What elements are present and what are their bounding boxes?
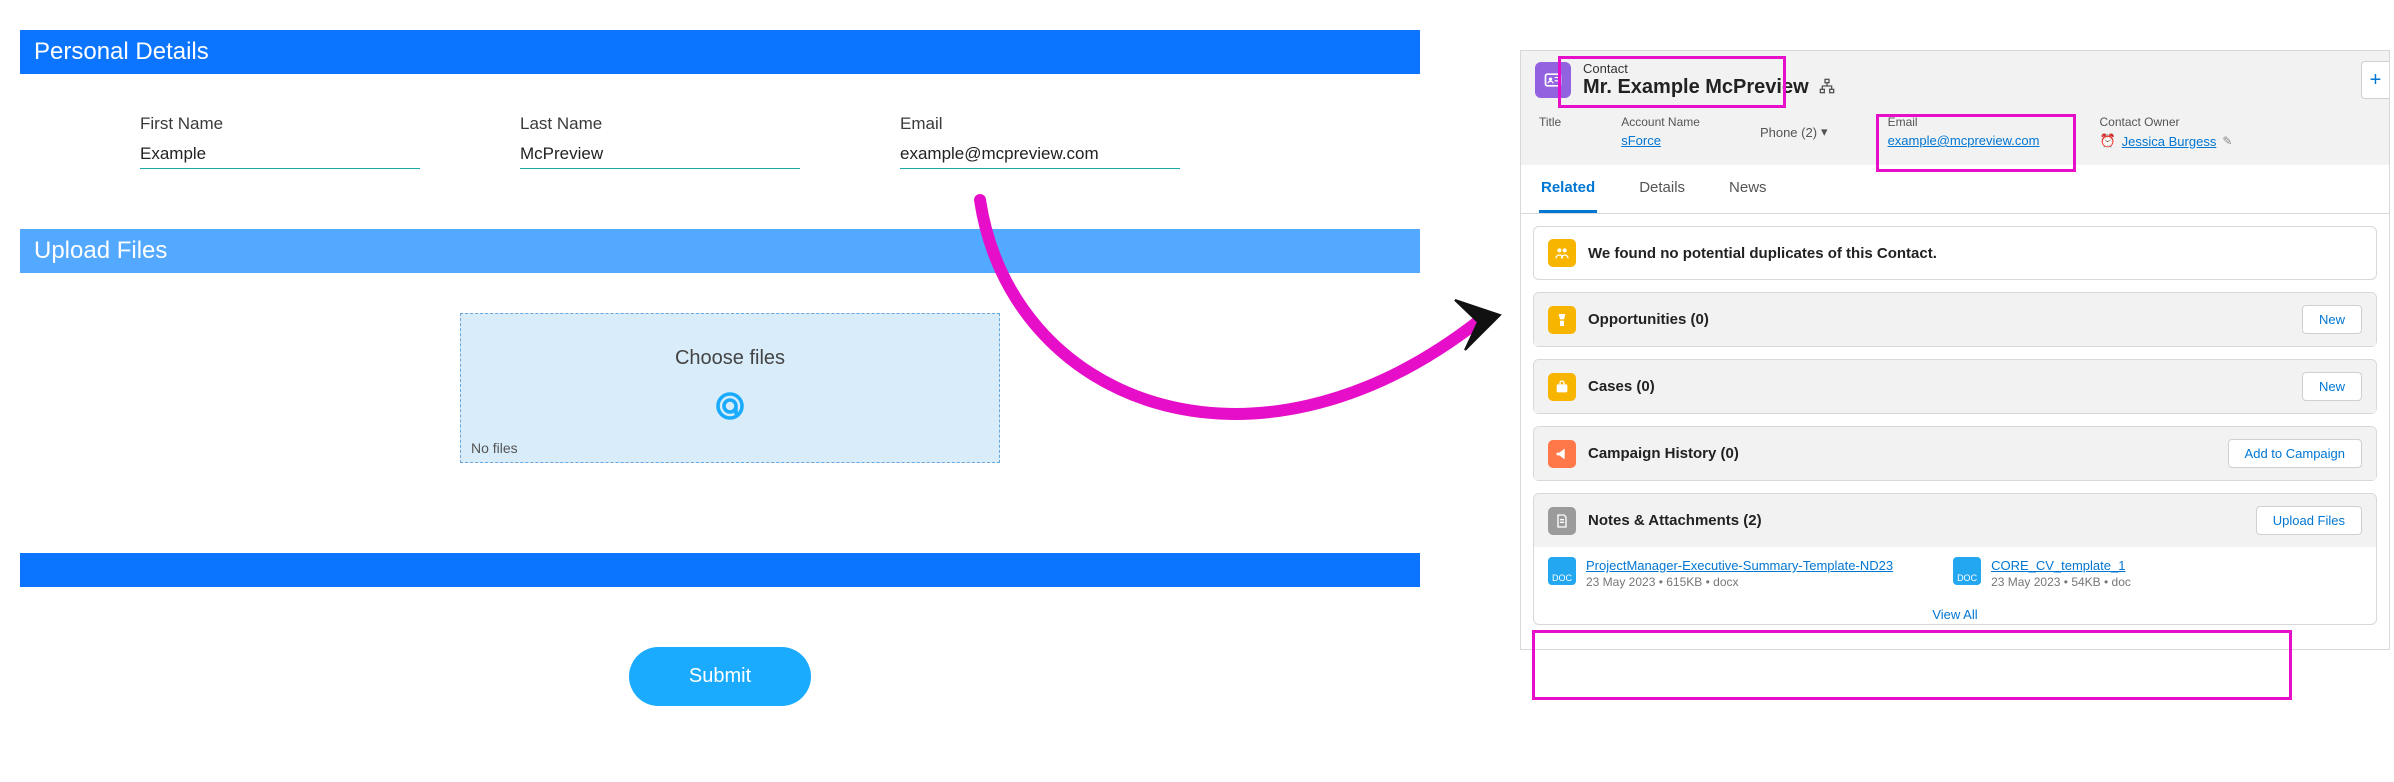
last-name-label: Last Name <box>520 114 800 134</box>
cases-card: Cases (0) New <box>1533 359 2377 414</box>
last-name-input[interactable] <box>520 140 800 169</box>
clock-icon: ⏰ <box>2099 133 2115 149</box>
no-files-text: No files <box>471 440 518 456</box>
campaign-title: Campaign History (0) <box>1588 445 1739 462</box>
opportunities-title: Opportunities (0) <box>1588 311 1709 328</box>
section-personal-details: Personal Details <box>20 30 1420 74</box>
notes-card: Notes & Attachments (2) Upload Files DOC… <box>1533 493 2377 625</box>
contact-name: Mr. Example McPreview <box>1583 76 1809 99</box>
form-panel: Personal Details First Name Last Name Em… <box>20 30 1420 706</box>
attachments-row: DOC ProjectManager-Executive-Summary-Tem… <box>1534 547 2376 603</box>
attachment-link[interactable]: CORE_CV_template_1 <box>1991 558 2125 573</box>
attachment-meta: 23 May 2023 • 54KB • doc <box>1991 575 2131 589</box>
hierarchy-icon[interactable] <box>1819 78 1835 97</box>
contact-fields-row: Title Account Name sForce Phone (2) ▾ Em… <box>1521 103 2389 165</box>
email-field: Email <box>900 114 1180 169</box>
personal-fields-row: First Name Last Name Email <box>20 114 1420 169</box>
attachment-meta: 23 May 2023 • 615KB • docx <box>1586 575 1893 589</box>
tab-related[interactable]: Related <box>1539 165 1597 213</box>
new-opportunity-button[interactable]: New <box>2302 305 2362 334</box>
opportunities-card: Opportunities (0) New <box>1533 292 2377 347</box>
tab-details[interactable]: Details <box>1637 165 1687 213</box>
notes-title: Notes & Attachments (2) <box>1588 512 1762 529</box>
sf-email-field: Email example@mcpreview.com <box>1888 115 2040 149</box>
view-all-link[interactable]: View All <box>1534 603 2376 624</box>
first-name-field: First Name <box>140 114 420 169</box>
phone-field[interactable]: Phone (2) ▾ <box>1760 115 1828 149</box>
opportunity-icon <box>1548 306 1576 334</box>
title-field: Title <box>1539 115 1561 149</box>
campaign-icon <box>1548 440 1576 468</box>
contact-type-label: Contact <box>1583 61 1835 76</box>
attachment-item: DOC CORE_CV_template_1 23 May 2023 • 54K… <box>1953 557 2131 589</box>
duplicate-icon <box>1548 239 1576 267</box>
sf-email-label: Email <box>1888 115 2040 129</box>
owner-field: Contact Owner ⏰ Jessica Burgess ✎ <box>2099 115 2232 149</box>
attachment-item: DOC ProjectManager-Executive-Summary-Tem… <box>1548 557 1893 589</box>
email-label: Email <box>900 114 1180 134</box>
attachment-link[interactable]: ProjectManager-Executive-Summary-Templat… <box>1586 558 1893 573</box>
tab-news[interactable]: News <box>1727 165 1769 213</box>
paperclip-icon <box>712 388 748 429</box>
duplicates-text: We found no potential duplicates of this… <box>1588 245 1937 262</box>
cases-title: Cases (0) <box>1588 378 1655 395</box>
submit-button[interactable]: Submit <box>629 647 811 706</box>
email-input[interactable] <box>900 140 1180 169</box>
contact-icon <box>1535 62 1571 98</box>
file-icon: DOC <box>1548 557 1576 585</box>
account-link[interactable]: sForce <box>1621 133 1661 148</box>
campaign-card: Campaign History (0) Add to Campaign <box>1533 426 2377 481</box>
first-name-input[interactable] <box>140 140 420 169</box>
duplicates-card: We found no potential duplicates of this… <box>1533 226 2377 280</box>
section-upload-files: Upload Files <box>20 229 1420 273</box>
related-body: We found no potential duplicates of this… <box>1521 214 2389 649</box>
divider-bar <box>20 553 1420 587</box>
account-label: Account Name <box>1621 115 1700 129</box>
add-campaign-button[interactable]: Add to Campaign <box>2228 439 2362 468</box>
phone-label: Phone (2) <box>1760 125 1817 140</box>
new-case-button[interactable]: New <box>2302 372 2362 401</box>
tabs: Related Details News <box>1521 165 2389 214</box>
upload-files-button[interactable]: Upload Files <box>2256 506 2362 535</box>
notes-icon <box>1548 507 1576 535</box>
choose-files-label: Choose files <box>675 347 785 370</box>
last-name-field: Last Name <box>520 114 800 169</box>
owner-label: Contact Owner <box>2099 115 2232 129</box>
edit-icon[interactable]: ✎ <box>2222 134 2232 148</box>
salesforce-panel: Contact Mr. Example McPreview + Title Ac… <box>1520 50 2390 650</box>
case-icon <box>1548 373 1576 401</box>
add-button[interactable]: + <box>2361 61 2389 99</box>
chevron-down-icon: ▾ <box>1821 124 1828 140</box>
first-name-label: First Name <box>140 114 420 134</box>
file-icon: DOC <box>1953 557 1981 585</box>
account-field: Account Name sForce <box>1621 115 1700 149</box>
file-upload-zone[interactable]: Choose files No files <box>460 313 1000 463</box>
sf-email-link[interactable]: example@mcpreview.com <box>1888 133 2040 148</box>
contact-header: Contact Mr. Example McPreview + <box>1521 51 2389 103</box>
title-label: Title <box>1539 115 1561 129</box>
owner-link[interactable]: Jessica Burgess <box>2122 134 2217 149</box>
